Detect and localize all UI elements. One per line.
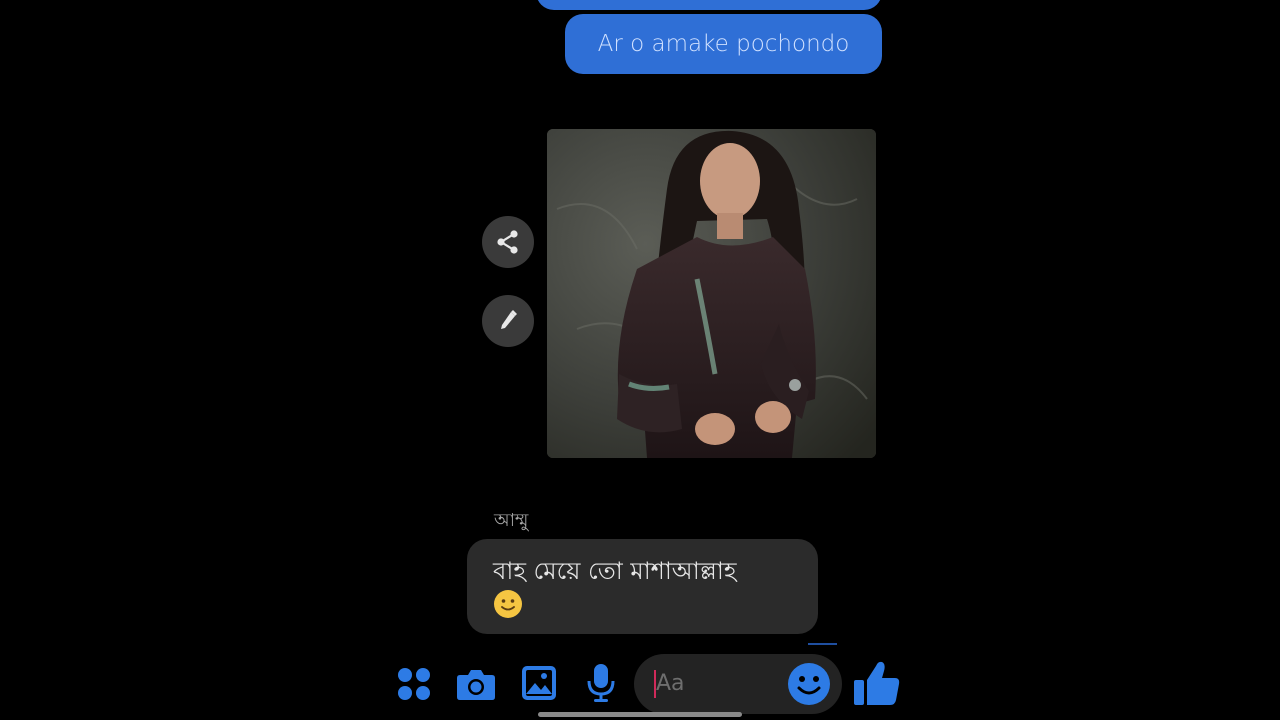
- slightly-smiling-face-icon: [494, 590, 522, 618]
- camera-icon: [457, 670, 495, 700]
- like-button[interactable]: [852, 658, 902, 708]
- pencil-icon: [501, 310, 517, 329]
- outgoing-message-bubble-partial[interactable]: [536, 0, 882, 10]
- share-icon: [497, 230, 518, 254]
- image-icon: [522, 666, 556, 700]
- voice-button[interactable]: [586, 663, 616, 703]
- sender-name: আম্মু: [494, 510, 529, 531]
- message-input-placeholder: Aa: [656, 671, 685, 696]
- more-actions-button[interactable]: [396, 666, 432, 702]
- camera-button[interactable]: [456, 666, 496, 702]
- microphone-icon: [587, 664, 615, 702]
- thumbs-up-icon: [854, 661, 900, 705]
- gallery-button[interactable]: [520, 664, 558, 702]
- outgoing-message-bubble[interactable]: Ar o amake pochondo: [565, 14, 882, 74]
- photo-image: [547, 129, 876, 458]
- edit-button[interactable]: [482, 295, 534, 347]
- grid-icon: [398, 668, 430, 700]
- emoji-icon: [788, 663, 830, 705]
- incoming-message-bubble[interactable]: বাহ মেয়ে তো মাশাআল্লাহ: [467, 539, 818, 634]
- emoji-button[interactable]: [787, 662, 831, 706]
- share-button[interactable]: [482, 216, 534, 268]
- chat-screen: Ar o amake pochondo আম্মু বাহ মেয়ে তো ম…: [0, 0, 1280, 720]
- incoming-message-text: বাহ মেয়ে তো মাশাআল্লাহ: [493, 557, 737, 585]
- shared-photo[interactable]: [547, 129, 876, 458]
- read-receipt-line: [808, 643, 837, 645]
- home-indicator[interactable]: [538, 712, 742, 717]
